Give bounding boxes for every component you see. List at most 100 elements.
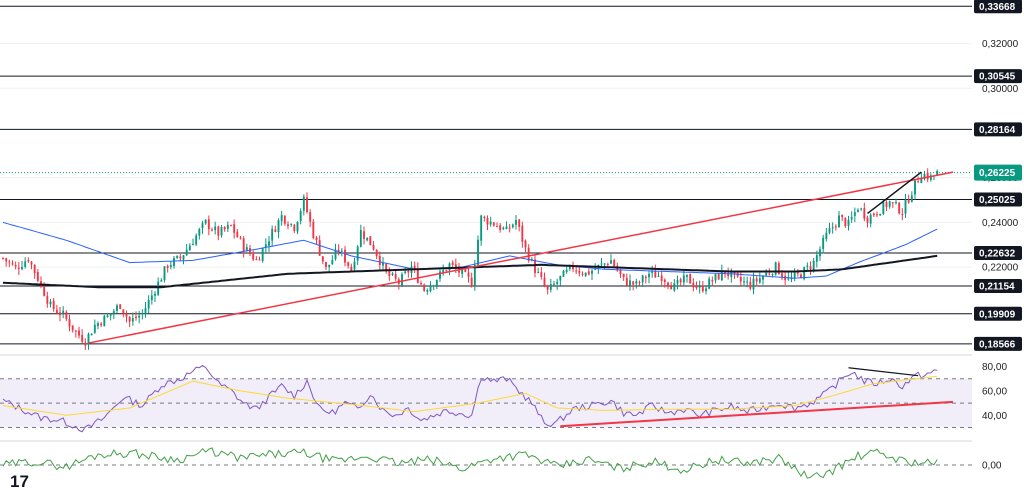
candle-body xyxy=(695,286,698,289)
candle-body xyxy=(299,211,302,222)
candle-body xyxy=(866,217,869,223)
candle-body xyxy=(467,272,470,277)
candle-body xyxy=(860,208,863,210)
candle-body xyxy=(815,255,818,262)
candle-body xyxy=(309,212,312,222)
tradingview-logo-icon[interactable]: 17 xyxy=(10,472,29,491)
candle-body xyxy=(888,201,891,207)
rsi-panel[interactable] xyxy=(0,354,1024,433)
candle-body xyxy=(369,236,372,246)
candle-body xyxy=(226,224,229,229)
candle-body xyxy=(375,249,378,257)
candle-body xyxy=(606,263,609,265)
candle-body xyxy=(705,288,707,292)
candle-body xyxy=(350,266,353,271)
price-scale[interactable]: 0,320000,300000,260000,240000,220000,336… xyxy=(972,0,1024,498)
candle-body xyxy=(391,273,394,275)
candle-body xyxy=(879,213,882,216)
candle-body xyxy=(239,237,242,239)
candle-body xyxy=(131,318,134,322)
rsi-tick-label: 80,00 xyxy=(982,362,1007,373)
candle-body xyxy=(5,258,8,262)
candle-body xyxy=(534,259,536,273)
price-tick-label: 0,22000 xyxy=(982,263,1019,274)
candle-body xyxy=(109,313,112,316)
candle-body xyxy=(204,219,207,224)
candle-body xyxy=(2,257,4,259)
candle-body xyxy=(17,267,20,269)
candle-body xyxy=(201,223,204,228)
candle-body xyxy=(420,283,422,285)
candle-body xyxy=(36,272,39,281)
chart-canvas[interactable]: 0,320000,300000,260000,240000,220000,336… xyxy=(0,0,1024,498)
oscillator-panel[interactable] xyxy=(0,440,1024,479)
candle-body xyxy=(407,271,410,273)
candle-body xyxy=(834,226,837,228)
candle-body xyxy=(33,264,36,274)
candle-body xyxy=(926,172,929,180)
candle-body xyxy=(211,229,213,231)
candle-body xyxy=(100,323,103,326)
candle-body xyxy=(290,223,293,225)
level-price-tag-label: 0,19909 xyxy=(979,309,1016,320)
candle-body xyxy=(546,285,549,290)
candle-body xyxy=(898,202,901,214)
candle-body xyxy=(739,277,742,282)
candle-body xyxy=(682,275,685,283)
candle-body xyxy=(207,219,210,230)
candle-body xyxy=(306,197,308,212)
candle-body xyxy=(445,270,448,272)
candle-body xyxy=(188,245,191,251)
candle-body xyxy=(112,311,115,314)
candle-body xyxy=(610,260,612,264)
candle-body xyxy=(71,325,74,331)
candle-body xyxy=(496,226,498,228)
candle-body xyxy=(584,272,587,276)
candle-body xyxy=(429,285,432,292)
candle-body xyxy=(372,244,375,250)
candle-body xyxy=(857,209,859,212)
candle-body xyxy=(356,246,359,261)
candle-body xyxy=(638,281,641,283)
price-tick-label: 0,24000 xyxy=(982,218,1019,229)
candle-body xyxy=(74,330,77,332)
candle-body xyxy=(505,226,508,229)
candle-body xyxy=(68,319,71,327)
price-panel[interactable] xyxy=(0,0,972,352)
candle-body xyxy=(689,274,692,284)
candle-body xyxy=(318,240,321,256)
candle-body xyxy=(340,250,343,252)
candle-body xyxy=(787,278,790,280)
candle-body xyxy=(62,310,65,315)
price-tick-label: 0,32000 xyxy=(982,39,1019,50)
candle-body xyxy=(242,238,245,252)
candle-body xyxy=(258,259,261,261)
candle-body xyxy=(765,272,768,276)
candle-body xyxy=(160,280,163,282)
logo-text: 17 xyxy=(10,472,29,491)
candle-body xyxy=(686,274,688,277)
candle-body xyxy=(876,214,878,216)
candle-body xyxy=(347,262,350,266)
candle-body xyxy=(543,277,546,286)
candle-body xyxy=(353,261,356,270)
candle-body xyxy=(708,278,711,289)
candle-body xyxy=(166,265,169,269)
candle-body xyxy=(594,268,597,270)
candle-body xyxy=(65,312,68,319)
candle-body xyxy=(49,301,52,305)
candle-body xyxy=(46,296,49,304)
candle-body xyxy=(24,261,27,267)
candle-body xyxy=(103,315,106,327)
oscillator-line xyxy=(2,447,938,479)
candle-body xyxy=(869,214,872,224)
candle-body xyxy=(154,293,156,296)
trading-chart[interactable]: 0,320000,300000,260000,240000,220000,336… xyxy=(0,0,1024,498)
candle-body xyxy=(249,248,251,255)
candle-body xyxy=(629,280,631,286)
candle-body xyxy=(302,196,305,211)
candle-body xyxy=(885,202,888,208)
candle-body xyxy=(806,265,809,267)
candle-body xyxy=(625,277,628,286)
candle-body xyxy=(644,276,647,279)
